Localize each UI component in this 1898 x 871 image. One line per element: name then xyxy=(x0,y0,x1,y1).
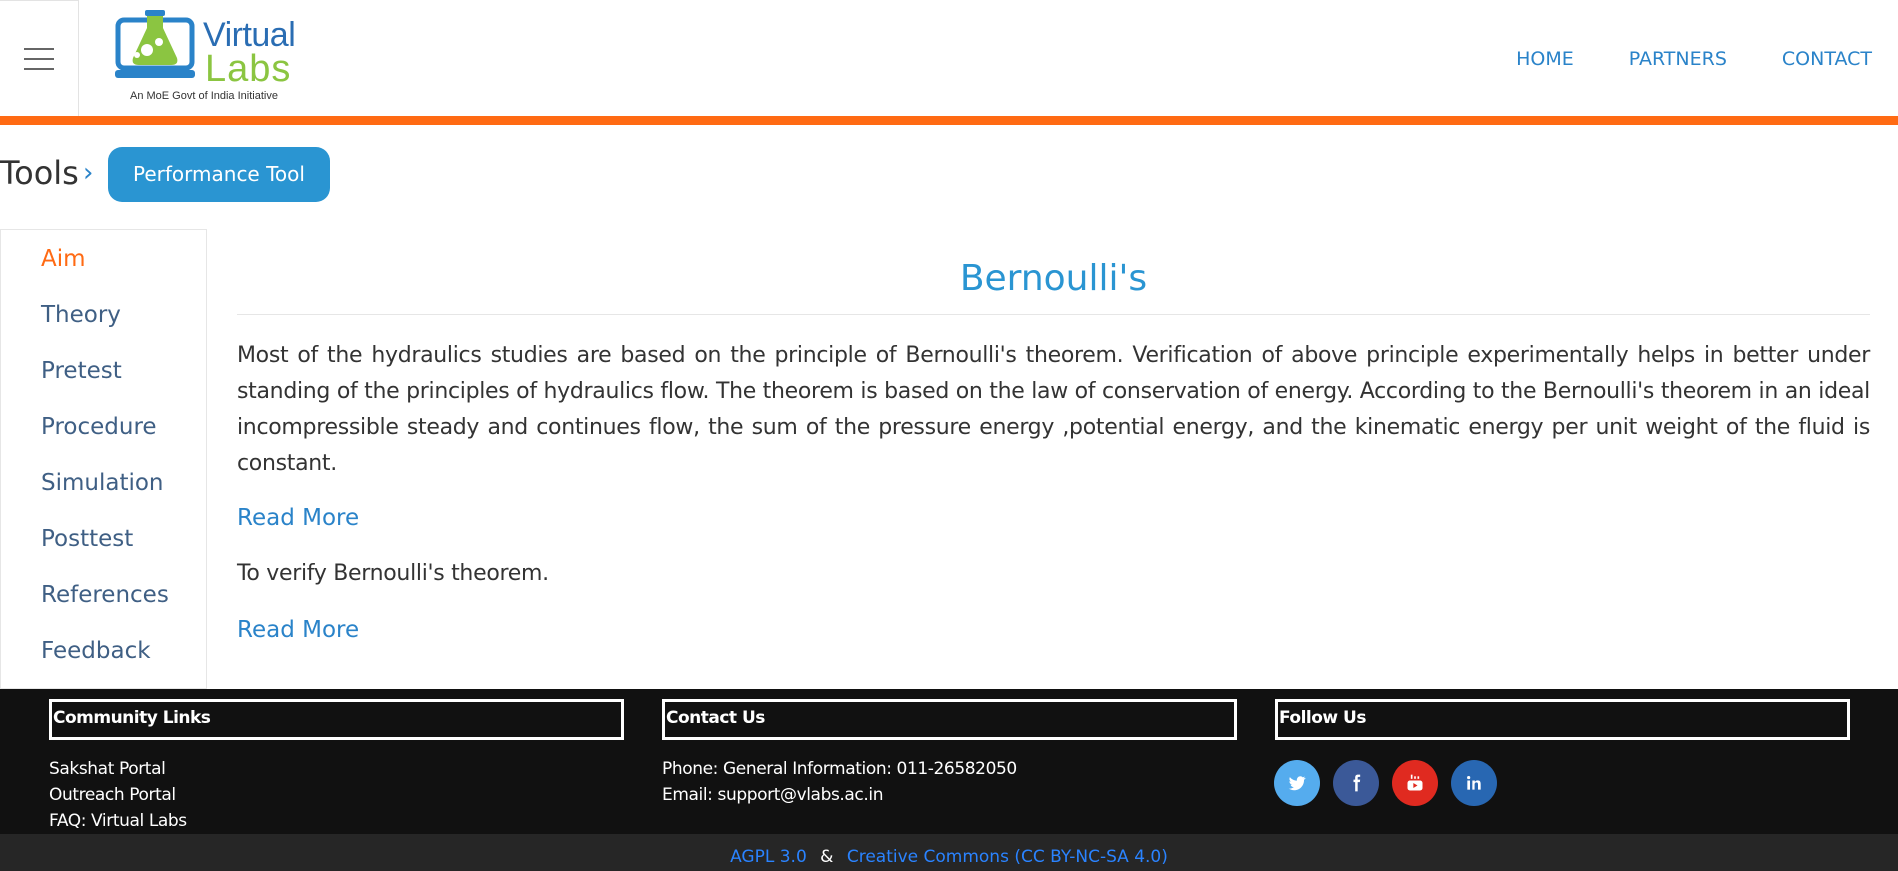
follow-us-heading: Follow Us xyxy=(1275,699,1850,740)
nav-contact[interactable]: CONTACT xyxy=(1782,48,1872,70)
experiment-sidebar: Aim Theory Pretest Procedure Simulation … xyxy=(0,229,207,689)
top-nav: HOME PARTNERS CONTACT xyxy=(1516,48,1872,70)
hamburger-icon-bar xyxy=(24,58,54,60)
sidebar-item-theory[interactable]: Theory xyxy=(41,302,121,328)
sidebar-item-posttest[interactable]: Posttest xyxy=(41,526,133,552)
nav-home[interactable]: HOME xyxy=(1516,48,1574,70)
sidebar-item-aim[interactable]: Aim xyxy=(41,246,86,272)
sidebar-item-feedback[interactable]: Feedback xyxy=(41,638,151,664)
sidebar-item-procedure[interactable]: Procedure xyxy=(41,414,157,440)
license-separator: & xyxy=(820,847,834,867)
read-more-link[interactable]: Read More xyxy=(237,505,359,531)
virtual-labs-logo[interactable]: Virtual Labs An MoE Govt of India Initia… xyxy=(115,8,296,108)
creative-commons-link[interactable]: Creative Commons (CC BY-NC-SA 4.0) xyxy=(847,847,1168,867)
sidebar-item-references[interactable]: References xyxy=(41,582,169,608)
chevron-right-icon: › xyxy=(83,158,94,188)
intro-paragraph: Most of the hydraulics studies are based… xyxy=(237,343,1870,476)
flask-monitor-icon xyxy=(115,10,195,78)
site-header: Virtual Labs An MoE Govt of India Initia… xyxy=(0,0,1898,116)
contact-email[interactable]: Email: support@vlabs.ac.in xyxy=(662,785,883,805)
aim-text: To verify Bernoulli's theorem. xyxy=(237,561,549,586)
sidebar-item-pretest[interactable]: Pretest xyxy=(41,358,122,384)
performance-tool-button[interactable]: Performance Tool xyxy=(108,147,330,202)
community-links-heading: Community Links xyxy=(49,699,624,740)
contact-us-heading: Contact Us xyxy=(662,699,1237,740)
twitter-icon[interactable] xyxy=(1274,760,1320,806)
footer-link-outreach[interactable]: Outreach Portal xyxy=(49,785,176,805)
title-divider xyxy=(237,314,1870,315)
breadcrumb-tools[interactable]: Tools xyxy=(0,154,79,192)
youtube-icon[interactable] xyxy=(1392,760,1438,806)
logo-tagline: An MoE Govt of India Initiative xyxy=(130,90,278,102)
hamburger-icon-bar xyxy=(24,68,54,70)
logo-subtitle: Labs xyxy=(205,48,292,90)
footer-link-faq[interactable]: FAQ: Virtual Labs xyxy=(49,811,187,831)
experiment-title: Bernoulli's xyxy=(959,258,1148,299)
footer-link-sakshat[interactable]: Sakshat Portal xyxy=(49,759,166,779)
menu-toggle-button[interactable] xyxy=(0,0,79,116)
license-text: AGPL 3.0 & Creative Commons (CC BY-NC-SA… xyxy=(0,847,1898,867)
nav-partners[interactable]: PARTNERS xyxy=(1629,48,1727,70)
header-accent-bar xyxy=(0,116,1898,125)
agpl-license-link[interactable]: AGPL 3.0 xyxy=(730,847,807,867)
linkedin-icon[interactable] xyxy=(1451,760,1497,806)
hamburger-icon xyxy=(24,48,54,50)
contact-phone: Phone: General Information: 011-26582050 xyxy=(662,759,1017,779)
read-more-link[interactable]: Read More xyxy=(237,617,359,643)
sidebar-item-simulation[interactable]: Simulation xyxy=(41,470,164,496)
facebook-icon[interactable] xyxy=(1333,760,1379,806)
